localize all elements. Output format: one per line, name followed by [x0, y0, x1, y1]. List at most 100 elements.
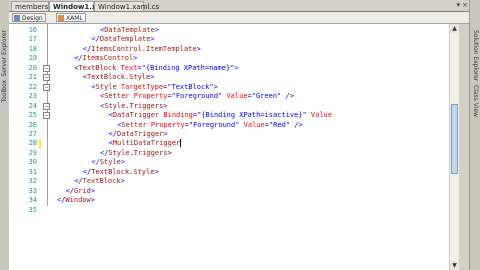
code-token: TextBlock.Style: [87, 73, 151, 82]
code-line[interactable]: <Style TargetType="TextBlock">: [91, 83, 217, 92]
code-token: "Foreground": [188, 120, 240, 129]
code-line[interactable]: </ItemsControl>: [74, 54, 137, 63]
code-line[interactable]: </DataTrigger>: [109, 130, 168, 139]
code-token: TextBlock: [82, 177, 121, 186]
code-token: TextBlock: [78, 63, 117, 72]
code-token: >: [234, 63, 239, 72]
line-number: 35: [28, 205, 37, 214]
left-panel-tab[interactable]: Server Explorer: [0, 30, 9, 77]
code-token: TargetType: [116, 82, 164, 91]
code-line[interactable]: </TextBlock.Style>: [83, 168, 159, 177]
doc-tab[interactable]: members.xml: [11, 1, 63, 11]
code-token: Text: [116, 63, 138, 72]
line-number: 33: [28, 186, 37, 195]
code-token: >: [133, 54, 138, 63]
collapse-toggle-icon[interactable]: −: [43, 112, 50, 120]
code-token: "Green": [251, 92, 282, 101]
code-line[interactable]: <MultiDataTrigger: [109, 139, 182, 148]
code-line[interactable]: <DataTemplate>: [100, 26, 159, 35]
code-token: />: [281, 92, 294, 101]
doc-tab[interactable]: Window1.xaml.cs: [94, 1, 159, 11]
document-tab-bar: ▾ × members.xml Window1.xaml Window1.xaml.…: [9, 0, 470, 12]
scroll-thumb[interactable]: [451, 104, 458, 174]
code-token: Property: [129, 92, 168, 101]
code-token: </: [91, 35, 100, 44]
code-token: Setter: [121, 120, 147, 129]
code-token: Property: [146, 120, 185, 129]
code-token: </: [82, 44, 92, 53]
line-number: 32: [28, 177, 37, 186]
code-token: "Foreground": [171, 92, 223, 101]
view-tab-xaml[interactable]: XAML: [56, 13, 86, 22]
code-token: DataTemplate: [99, 35, 151, 44]
code-token: DataTemplate: [104, 26, 155, 34]
code-token: </: [108, 129, 118, 138]
editor-gutter: 16 17 18 19 20 21 22 23 24 25 26 27 28 29 30 31 32 33 34 35…: [9, 24, 53, 270]
code-token: </: [91, 158, 100, 167]
code-line[interactable]: </Grid>: [66, 187, 96, 196]
code-token: Style: [95, 82, 117, 91]
text-cursor: [180, 139, 182, 148]
code-line[interactable]: </DataTemplate>: [91, 35, 154, 44]
doc-tab[interactable]: Window1.xaml: [49, 1, 111, 11]
right-panel-tab[interactable]: Class View: [471, 85, 480, 117]
code-line[interactable]: <Style.Triggers>: [100, 102, 167, 111]
code-line[interactable]: <TextBlock.Style>: [83, 73, 155, 82]
collapse-toggle-icon[interactable]: −: [43, 64, 50, 72]
code-line[interactable]: </Style.Triggers>: [100, 149, 172, 158]
code-token: ItemsControl.ItemTemplate: [91, 44, 197, 53]
code-line[interactable]: <DataTrigger Binding="{Binding XPath=isa…: [109, 111, 332, 120]
code-area[interactable]: <DataTemplate> </DataTemplate> </ItemsCont…: [53, 24, 459, 270]
code-token: >: [163, 129, 168, 138]
code-token: >: [167, 148, 172, 157]
line-number: 34: [28, 196, 37, 205]
code-token: ItemsControl: [82, 54, 134, 63]
code-line[interactable]: </TextBlock>: [74, 177, 125, 186]
code-token: MultiDataTrigger: [112, 139, 181, 148]
code-token: >: [120, 177, 125, 186]
code-line[interactable]: <Setter Property="Foreground" Value="Gre…: [100, 92, 294, 101]
left-panel-tab[interactable]: Toolbox: [0, 80, 9, 103]
code-token: >: [120, 158, 126, 167]
view-tab-label: Design: [22, 15, 43, 22]
scroll-up-icon[interactable]: ▲: [450, 24, 459, 33]
code-line[interactable]: <Setter Property="Foreground" Value="Red…: [117, 121, 303, 130]
vertical-scrollbar[interactable]: ▲ ▼: [449, 24, 459, 270]
line-number: 23: [28, 92, 37, 101]
code-line[interactable]: <TextBlock Text="{Binding XPath=name}">: [74, 64, 238, 73]
close-tab-icon[interactable]: ×: [462, 0, 468, 11]
code-token: Value: [239, 120, 265, 129]
scroll-down-icon[interactable]: ▼: [450, 261, 459, 270]
code-token: DataTrigger: [117, 129, 164, 138]
view-tab-design[interactable]: Design: [12, 13, 46, 22]
code-token: Value: [306, 111, 332, 120]
code-token: >: [90, 196, 95, 205]
code-token: Binding: [159, 111, 193, 120]
line-number: 27: [28, 129, 37, 138]
tab-dropdown-icon[interactable]: ▾: [456, 0, 460, 11]
line-number: 25: [28, 111, 37, 120]
change-indicator: [39, 139, 42, 149]
code-token: >: [150, 35, 155, 44]
code-token: "{Binding XPath=isactive}": [197, 111, 307, 120]
code-token: </: [74, 54, 83, 63]
code-token: </: [65, 186, 75, 195]
collapse-toggle-icon[interactable]: −: [43, 74, 50, 82]
xaml-icon: [58, 15, 64, 21]
code-line[interactable]: </Style>: [91, 158, 125, 167]
code-line[interactable]: </ItemsControl.ItemTemplate>: [83, 45, 201, 54]
code-token: >: [90, 186, 96, 195]
collapse-toggle-icon[interactable]: −: [43, 102, 50, 110]
code-token: Grid: [74, 186, 91, 195]
right-dock-strip: Solution Explorer Class View: [469, 0, 480, 270]
code-token: >: [154, 26, 160, 34]
code-editor[interactable]: 16 17 18 19 20 21 22 23 24 25 26 27 28 29 30 31 32 33 34 35…: [9, 24, 459, 270]
collapse-toggle-icon[interactable]: −: [43, 83, 50, 91]
line-number: 21: [28, 73, 37, 82]
design-icon: [14, 15, 20, 21]
line-number: 31: [28, 167, 37, 176]
code-token: "TextBlock": [167, 82, 214, 91]
right-panel-tab[interactable]: Solution Explorer: [471, 30, 480, 81]
code-line[interactable]: </Window>: [57, 196, 95, 205]
code-token: />: [290, 120, 303, 129]
